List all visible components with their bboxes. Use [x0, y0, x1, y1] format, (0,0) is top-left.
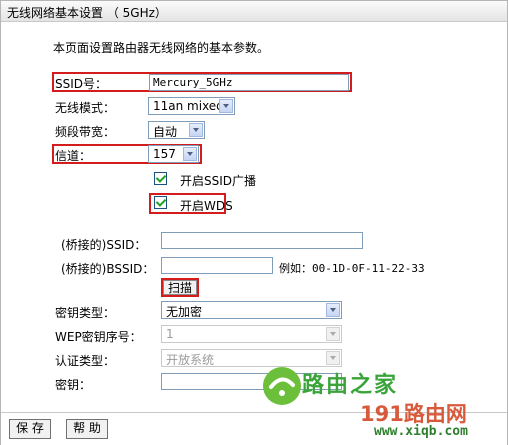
- channel-select[interactable]: 157: [148, 145, 199, 163]
- bssid-example: 例如：00-1D-0F-11-22-33: [279, 262, 425, 275]
- wep-index-label: WEP密钥序号：: [55, 330, 142, 344]
- auth-type-label: 认证类型：: [55, 354, 116, 368]
- chevron-down-icon: [326, 327, 340, 341]
- bridge-bssid-label: (桥接的)BSSID：: [61, 262, 155, 276]
- watermark-url: www.xiqb.com: [374, 424, 468, 439]
- auth-type-select[interactable]: 开放系统: [161, 349, 342, 367]
- save-button[interactable]: 保 存: [9, 419, 51, 439]
- bridge-ssid-input[interactable]: [161, 232, 363, 249]
- bandwidth-select[interactable]: 自动: [148, 121, 205, 139]
- page-description: 本页面设置路由器无线网络的基本参数。: [53, 41, 270, 55]
- mode-label: 无线模式：: [55, 101, 116, 115]
- auth-type-value: 开放系统: [166, 353, 215, 367]
- title-bar: 无线网络基本设置 （ 5GHz）: [1, 1, 507, 22]
- bridge-ssid-label: (桥接的)SSID：: [61, 238, 147, 252]
- chevron-down-icon: [326, 303, 340, 317]
- wds-checkbox[interactable]: [154, 196, 167, 209]
- wep-index-select[interactable]: 1: [161, 325, 342, 343]
- key-type-label: 密钥类型：: [55, 306, 116, 320]
- wds-label: 开启WDS: [180, 199, 233, 213]
- mode-select[interactable]: 11an mixed: [148, 97, 235, 115]
- key-label: 密钥：: [55, 378, 92, 392]
- chevron-down-icon: [183, 147, 197, 161]
- ssid-broadcast-label: 开启SSID广播: [180, 174, 257, 188]
- key-type-value: 无加密: [166, 305, 203, 319]
- settings-panel: 无线网络基本设置 （ 5GHz） 本页面设置路由器无线网络的基本参数。 SSID…: [0, 0, 508, 445]
- mode-value: 11an mixed: [153, 99, 224, 113]
- bridge-bssid-input[interactable]: [161, 257, 273, 274]
- channel-value: 157: [153, 147, 176, 161]
- bandwidth-label: 频段带宽：: [55, 125, 116, 139]
- chevron-down-icon: [326, 351, 340, 365]
- chevron-down-icon: [189, 123, 203, 137]
- wep-index-value: 1: [166, 327, 174, 341]
- watermark-text: 路由之家: [302, 373, 399, 398]
- scan-button[interactable]: 扫描: [163, 280, 197, 295]
- key-type-select[interactable]: 无加密: [161, 301, 342, 319]
- ssid-input[interactable]: Mercury_5GHz: [149, 74, 349, 91]
- ssid-broadcast-checkbox[interactable]: [154, 172, 167, 185]
- chevron-down-icon: [219, 99, 233, 113]
- ssid-label: SSID号：: [55, 77, 108, 91]
- help-button[interactable]: 帮 助: [66, 419, 108, 439]
- watermark-logo-icon: [263, 367, 301, 405]
- page-title: 无线网络基本设置 （ 5GHz）: [7, 6, 167, 20]
- bandwidth-value: 自动: [153, 125, 178, 139]
- channel-label: 信道：: [55, 149, 92, 163]
